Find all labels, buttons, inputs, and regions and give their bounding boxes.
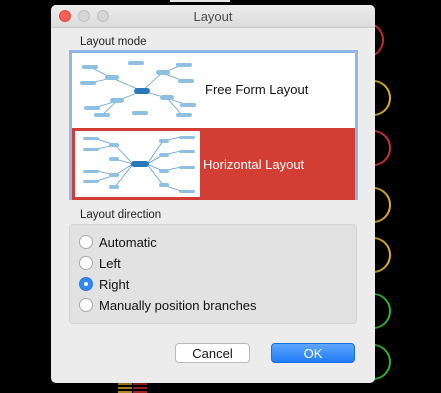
window-title: Layout: [193, 9, 233, 24]
radio-button[interactable]: [79, 256, 93, 270]
layout-direction-label: Layout direction: [80, 209, 162, 221]
direction-option-automatic[interactable]: Automatic: [79, 233, 157, 251]
layout-direction-group: Automatic Left Right Manually position b…: [69, 224, 357, 324]
layout-mode-free-form-label: Free Form Layout: [205, 81, 309, 97]
direction-option-label: Automatic: [99, 234, 157, 250]
layout-mode-list: Free Form Layout Horizontal Layout: [69, 50, 358, 200]
ok-button[interactable]: OK: [271, 343, 355, 363]
radio-button[interactable]: [79, 298, 93, 312]
direction-option-right[interactable]: Right: [79, 275, 129, 293]
title-bar: Layout: [51, 5, 375, 28]
direction-option-manual[interactable]: Manually position branches: [79, 296, 257, 314]
direction-option-label: Left: [99, 255, 121, 271]
cancel-button[interactable]: Cancel: [175, 343, 250, 363]
layout-mode-label: Layout mode: [80, 36, 147, 48]
direction-option-label: Manually position branches: [99, 297, 257, 313]
layout-mode-free-form[interactable]: Free Form Layout: [72, 53, 355, 125]
layout-dialog: Layout Layout mode Free Form Layout Hori…: [51, 5, 375, 383]
radio-button[interactable]: [79, 235, 93, 249]
radio-button-selected[interactable]: [79, 277, 93, 291]
horizontal-thumbnail: [75, 131, 200, 197]
layout-mode-horizontal-label: Horizontal Layout: [203, 156, 305, 172]
direction-option-left[interactable]: Left: [79, 254, 121, 272]
layout-mode-horizontal[interactable]: Horizontal Layout: [72, 128, 355, 200]
direction-option-label: Right: [99, 276, 130, 292]
free-form-thumbnail: [72, 53, 199, 125]
